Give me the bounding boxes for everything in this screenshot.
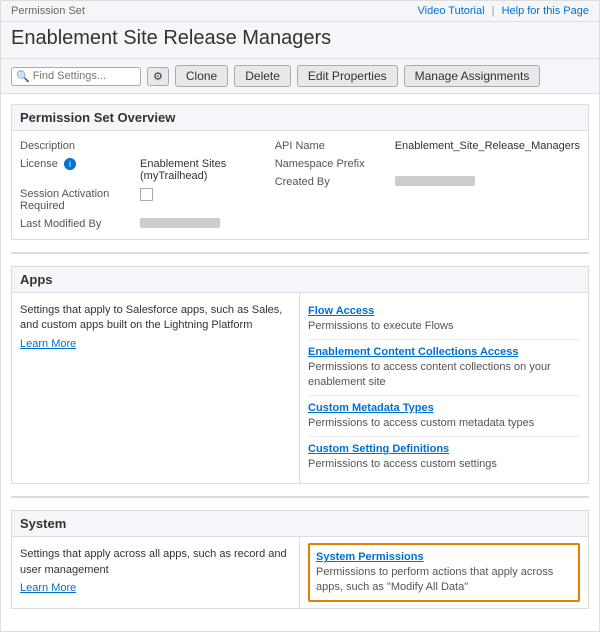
system-section-body: Settings that apply across all apps, suc… [12,537,588,608]
system-description: Settings that apply across all apps, suc… [20,547,291,578]
overview-row-modified: Last Modified By [20,215,275,233]
search-container[interactable]: 🔍 [11,67,141,86]
overview-row-createdby: Created By [275,173,580,191]
overview-left: Description License i Enablement Sites (… [20,137,275,233]
overview-section-header: Permission Set Overview [12,105,588,131]
system-section-header: System [12,511,588,537]
edit-properties-button[interactable]: Edit Properties [297,65,398,87]
overview-row-apiname: API Name Enablement_Site_Release_Manager… [275,137,580,155]
system-permissions-desc: Permissions to perform actions that appl… [316,566,553,592]
system-permissions-highlight: System Permissions Permissions to perfor… [308,543,580,602]
video-tutorial-link[interactable]: Video Tutorial [418,5,485,17]
api-name-value: Enablement_Site_Release_Managers [395,140,580,152]
system-col-right: System Permissions Permissions to perfor… [300,537,588,608]
apps-learn-more[interactable]: Learn More [20,338,76,350]
info-icon[interactable]: i [64,158,76,170]
content-collections-desc: Permissions to access content collection… [308,361,551,387]
metadata-types-link[interactable]: Custom Metadata Types [308,402,580,414]
help-links: Video Tutorial | Help for this Page [418,5,590,17]
clone-button[interactable]: Clone [175,65,228,87]
search-icon: 🔍 [16,70,30,83]
toolbar: 🔍 ⚙ Clone Delete Edit Properties Manage … [1,59,599,94]
apps-description: Settings that apply to Salesforce apps, … [20,303,291,334]
permission-content-collections: Enablement Content Collections Access Pe… [308,340,580,396]
session-checkbox[interactable] [140,188,153,201]
metadata-types-desc: Permissions to access custom metadata ty… [308,417,534,429]
page-title-section: Enablement Site Release Managers [1,22,599,59]
section-divider-system [11,496,589,498]
overview-row-session: Session ActivationRequired [20,185,275,215]
created-by-blurred [395,176,475,186]
overview-section: Permission Set Overview Description Lice… [11,104,589,240]
permission-custom-settings: Custom Setting Definitions Permissions t… [308,437,580,477]
apps-col-left: Settings that apply to Salesforce apps, … [12,293,300,483]
permission-set-label: Permission Set [11,5,85,17]
system-section: System Settings that apply across all ap… [11,510,589,609]
help-link[interactable]: Help for this Page [502,5,589,17]
system-permissions-link[interactable]: System Permissions [316,551,572,563]
manage-assignments-button[interactable]: Manage Assignments [404,65,541,87]
main-content: Permission Set Overview Description Lice… [1,94,599,631]
overview-body: Description License i Enablement Sites (… [12,131,588,239]
permission-metadata-types: Custom Metadata Types Permissions to acc… [308,396,580,437]
apps-section-header: Apps [12,267,588,293]
delete-button[interactable]: Delete [234,65,291,87]
apps-section: Apps Settings that apply to Salesforce a… [11,266,589,484]
section-divider-apps [11,252,589,254]
apps-section-body: Settings that apply to Salesforce apps, … [12,293,588,483]
overview-row-license: License i Enablement Sites (myTrailhead) [20,155,275,185]
overview-grid: Description License i Enablement Sites (… [20,137,580,233]
page-title: Enablement Site Release Managers [11,26,589,50]
permission-flow-access: Flow Access Permissions to execute Flows [308,299,580,340]
settings-button[interactable]: ⚙ [147,67,169,86]
last-modified-blurred [140,218,220,228]
flow-access-desc: Permissions to execute Flows [308,320,454,332]
overview-right: API Name Enablement_Site_Release_Manager… [275,137,580,233]
content-collections-link[interactable]: Enablement Content Collections Access [308,346,580,358]
custom-settings-link[interactable]: Custom Setting Definitions [308,443,580,455]
system-col-left: Settings that apply across all apps, suc… [12,537,300,608]
custom-settings-desc: Permissions to access custom settings [308,458,497,470]
overview-row-namespace: Namespace Prefix [275,155,580,173]
license-value: Enablement Sites (myTrailhead) [140,158,275,182]
system-learn-more[interactable]: Learn More [20,582,76,594]
search-input[interactable] [33,70,133,82]
overview-row-description: Description [20,137,275,155]
apps-col-right: Flow Access Permissions to execute Flows… [300,293,588,483]
flow-access-link[interactable]: Flow Access [308,305,580,317]
top-bar: Permission Set Video Tutorial | Help for… [1,1,599,22]
